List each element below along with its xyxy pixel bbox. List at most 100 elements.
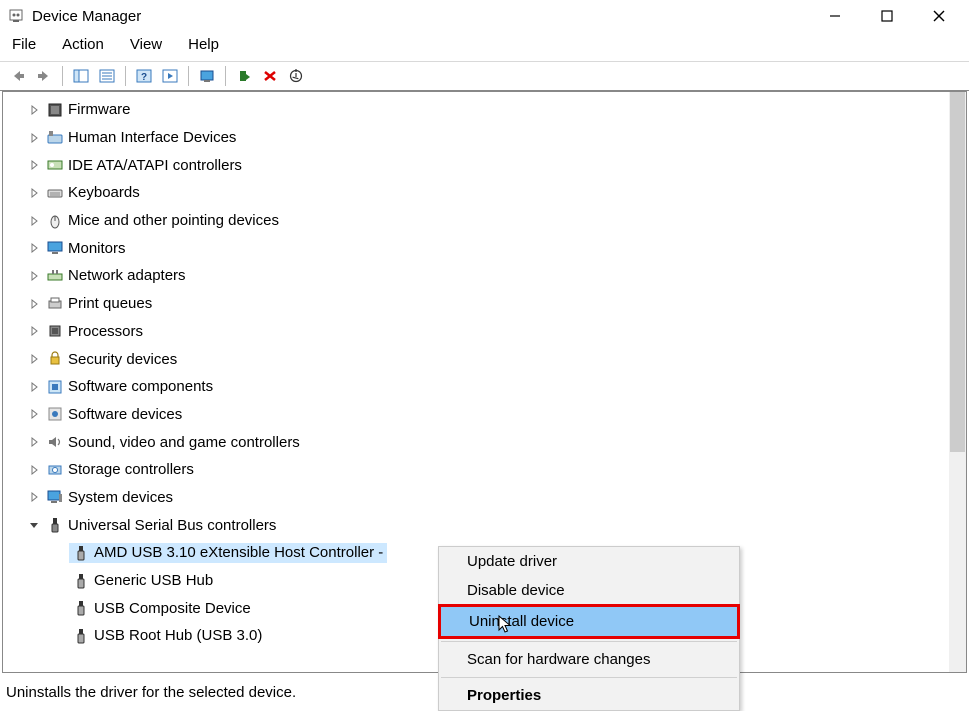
tree-item-label: USB Root Hub (USB 3.0) <box>94 627 262 644</box>
scan-button[interactable] <box>195 65 219 87</box>
forward-button[interactable] <box>32 65 56 87</box>
title-bar: Device Manager <box>0 0 969 32</box>
disable-button[interactable] <box>284 65 308 87</box>
tree-item-label: IDE ATA/ATAPI controllers <box>68 157 242 174</box>
context-menu-separator <box>441 641 737 642</box>
menu-help[interactable]: Help <box>184 34 223 55</box>
help-button[interactable]: ? <box>132 65 156 87</box>
tree-item[interactable]: Mice and other pointing devices <box>3 207 949 235</box>
properties-button[interactable] <box>95 65 119 87</box>
scrollbar-thumb[interactable] <box>950 92 965 452</box>
system-icon <box>46 488 64 506</box>
collapse-icon[interactable] <box>29 520 43 530</box>
tree-item[interactable]: Sound, video and game controllers <box>3 428 949 456</box>
ide-icon <box>46 156 64 174</box>
storage-icon <box>46 461 64 479</box>
back-button[interactable] <box>6 65 30 87</box>
tree-item[interactable]: Processors <box>3 318 949 346</box>
minimize-button[interactable] <box>821 2 849 30</box>
context-menu-item[interactable]: Disable device <box>439 576 739 605</box>
expand-icon[interactable] <box>29 105 43 115</box>
firmware-icon <box>46 101 64 119</box>
tree-item-label: Sound, video and game controllers <box>68 434 300 451</box>
tree-item-label: AMD USB 3.10 eXtensible Host Controller … <box>94 544 383 561</box>
tree-item-label: Software components <box>68 378 213 395</box>
expand-icon[interactable] <box>29 465 43 475</box>
close-button[interactable] <box>925 2 953 30</box>
toolbar: ? <box>0 61 969 91</box>
security-icon <box>46 350 64 368</box>
tree-item[interactable]: Software components <box>3 373 949 401</box>
context-menu-separator <box>441 677 737 678</box>
context-menu-item[interactable]: Uninstall device <box>441 607 737 636</box>
usb-icon <box>46 516 64 534</box>
tree-item-label: Network adapters <box>68 267 186 284</box>
tree-item[interactable]: Firmware <box>3 96 949 124</box>
swcomp-icon <box>46 378 64 396</box>
expand-icon[interactable] <box>29 160 43 170</box>
status-text: Uninstalls the driver for the selected d… <box>6 684 296 701</box>
show-hide-tree-button[interactable] <box>69 65 93 87</box>
expand-icon[interactable] <box>29 409 43 419</box>
menu-file[interactable]: File <box>8 34 40 55</box>
expand-icon[interactable] <box>29 271 43 281</box>
toolbar-separator <box>125 66 126 86</box>
usbdev-icon <box>72 627 90 645</box>
tree-item[interactable]: System devices <box>3 484 949 512</box>
tree-item[interactable]: Keyboards <box>3 179 949 207</box>
tree-item[interactable]: Software devices <box>3 401 949 429</box>
app-icon <box>8 8 24 24</box>
tree-item[interactable]: Network adapters <box>3 262 949 290</box>
usbdev-icon <box>72 599 90 617</box>
expand-icon[interactable] <box>29 437 43 447</box>
uninstall-button[interactable] <box>258 65 282 87</box>
tree-item[interactable]: Universal Serial Bus controllers <box>3 511 949 539</box>
tree-item-label: Universal Serial Bus controllers <box>68 517 276 534</box>
monitor-icon <box>46 239 64 257</box>
swdev-icon <box>46 405 64 423</box>
expand-icon[interactable] <box>29 243 43 253</box>
context-menu-item[interactable]: Update driver <box>439 547 739 576</box>
tree-item-label: System devices <box>68 489 173 506</box>
tree-item-label: Keyboards <box>68 184 140 201</box>
expand-icon[interactable] <box>29 299 43 309</box>
update-driver-button[interactable] <box>232 65 256 87</box>
tree-item[interactable]: IDE ATA/ATAPI controllers <box>3 151 949 179</box>
svg-text:?: ? <box>141 72 147 83</box>
window-controls <box>821 2 961 30</box>
context-menu-item-highlighted[interactable]: Uninstall device <box>438 604 740 639</box>
tree-item-label: Mice and other pointing devices <box>68 212 279 229</box>
expand-icon[interactable] <box>29 492 43 502</box>
expand-icon[interactable] <box>29 382 43 392</box>
hid-icon <box>46 129 64 147</box>
tree-item[interactable]: Security devices <box>3 345 949 373</box>
expand-icon[interactable] <box>29 216 43 226</box>
processor-icon <box>46 322 64 340</box>
tree-item-label: Processors <box>68 323 143 340</box>
vertical-scrollbar[interactable] <box>949 92 966 672</box>
context-menu-item[interactable]: Scan for hardware changes <box>439 645 739 674</box>
menu-action[interactable]: Action <box>58 34 108 55</box>
tree-item-label: Firmware <box>68 101 131 118</box>
expand-icon[interactable] <box>29 188 43 198</box>
menu-bar: File Action View Help <box>0 32 969 61</box>
sound-icon <box>46 433 64 451</box>
tree-item[interactable]: Monitors <box>3 234 949 262</box>
tree-item[interactable]: Storage controllers <box>3 456 949 484</box>
tree-item-label: Generic USB Hub <box>94 572 213 589</box>
keyboard-icon <box>46 184 64 202</box>
usbdev-icon <box>72 544 90 562</box>
expand-icon[interactable] <box>29 133 43 143</box>
tree-item-label: Storage controllers <box>68 461 194 478</box>
expand-icon[interactable] <box>29 354 43 364</box>
tree-item[interactable]: Human Interface Devices <box>3 124 949 152</box>
tree-item-label: Monitors <box>68 240 126 257</box>
menu-view[interactable]: View <box>126 34 166 55</box>
tree-item-label: Security devices <box>68 351 177 368</box>
action-button[interactable] <box>158 65 182 87</box>
network-icon <box>46 267 64 285</box>
tree-item-label: USB Composite Device <box>94 600 251 617</box>
expand-icon[interactable] <box>29 326 43 336</box>
tree-item[interactable]: Print queues <box>3 290 949 318</box>
maximize-button[interactable] <box>873 2 901 30</box>
